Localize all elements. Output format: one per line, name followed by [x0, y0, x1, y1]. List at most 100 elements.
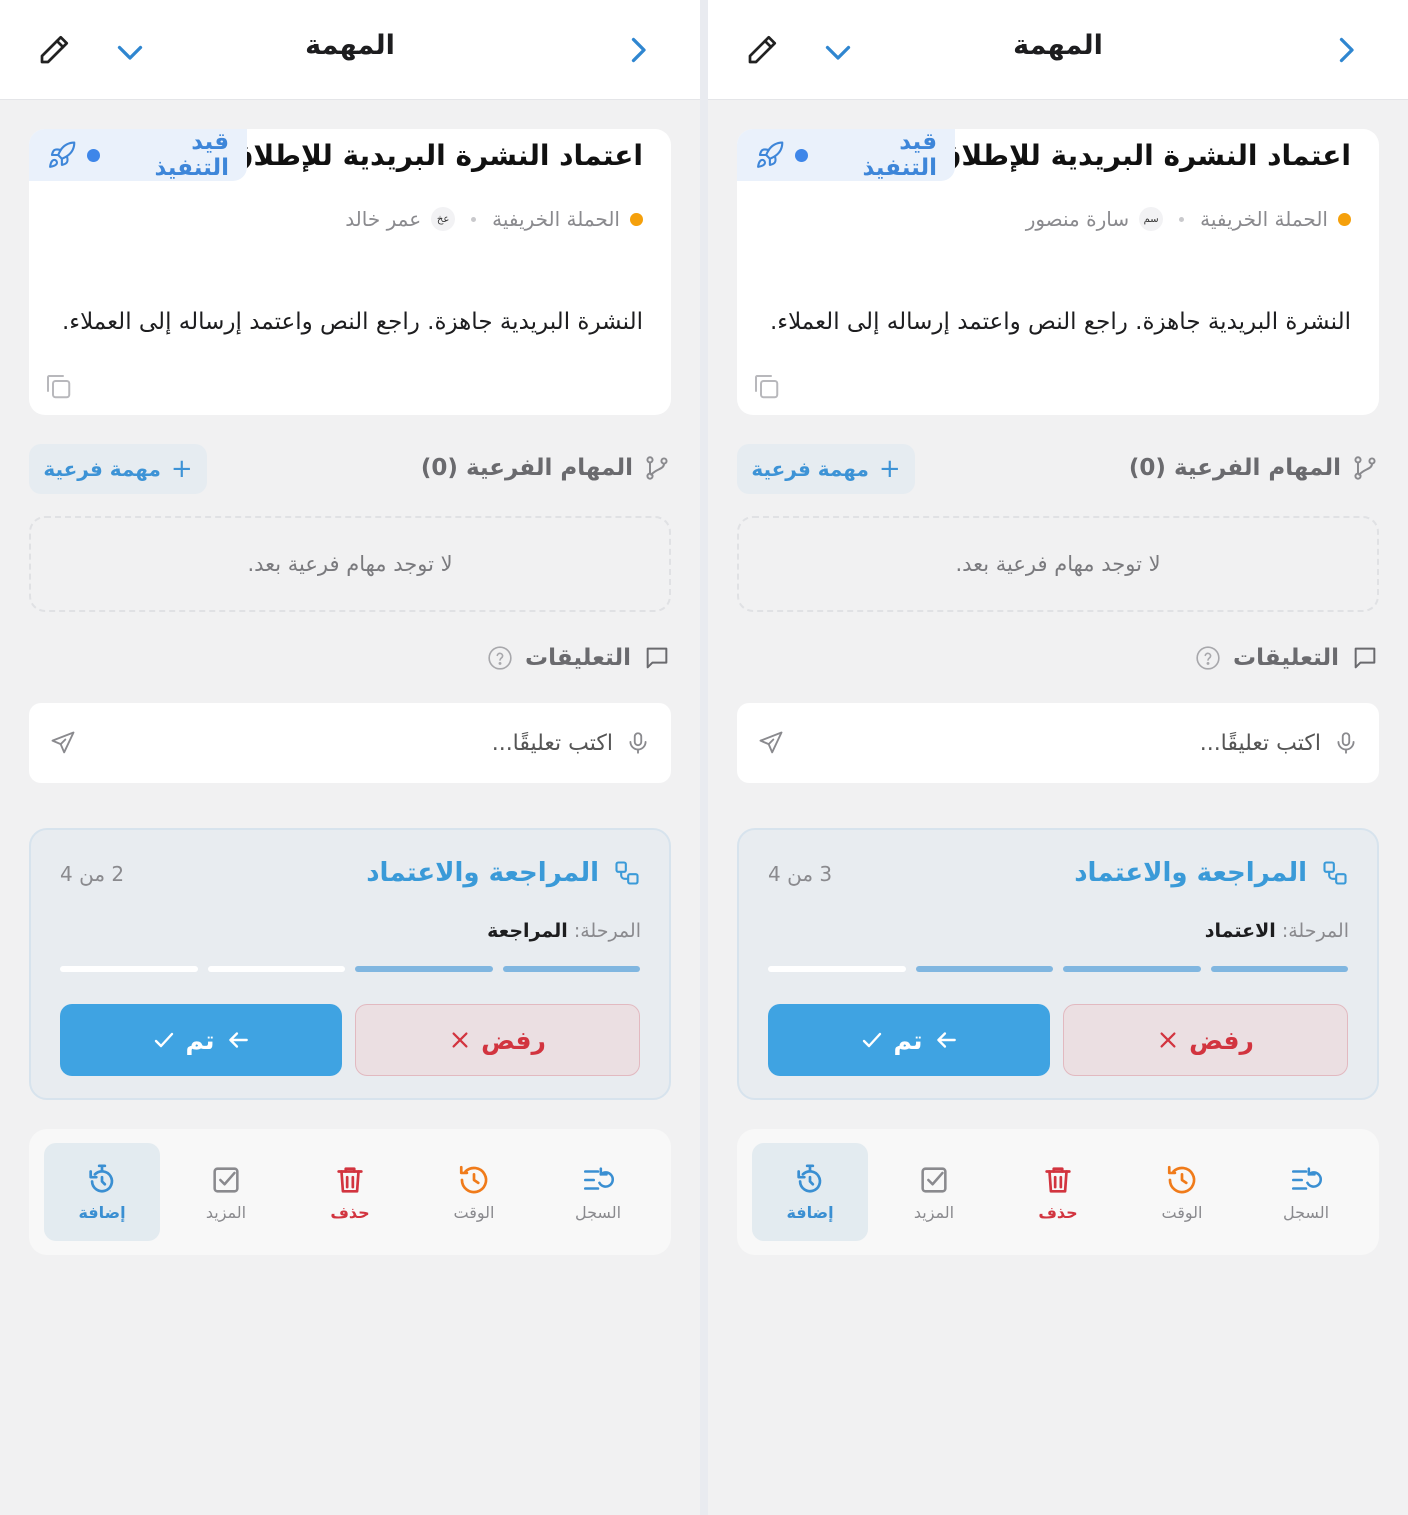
toolbar-add[interactable]: إضافة	[44, 1143, 160, 1241]
toolbar-more[interactable]: المزيد	[876, 1143, 992, 1241]
subtasks-header: المهام الفرعية (0) + مهمة فرعية	[737, 444, 1379, 494]
progress-segment	[60, 966, 198, 972]
add-subtask-button[interactable]: + مهمة فرعية	[737, 444, 915, 494]
copy-icon[interactable]	[751, 371, 781, 401]
branch-icon	[646, 456, 668, 480]
status-badge[interactable]: قيد التنفيذ	[29, 129, 247, 181]
project-name[interactable]: الحملة الخريفية	[1200, 207, 1328, 231]
workflow-title-text: المراجعة والاعتماد	[1074, 858, 1307, 888]
history-log-icon	[1291, 1166, 1322, 1190]
chevron-down-icon[interactable]	[820, 34, 856, 70]
close-icon	[452, 1032, 468, 1048]
workflow-icon	[1323, 861, 1347, 885]
task-title: اعتماد النشرة البريدية للإطلاق	[936, 139, 1351, 172]
project-name[interactable]: الحملة الخريفية	[492, 207, 620, 231]
pencil-icon[interactable]	[36, 32, 72, 68]
help-icon[interactable]	[1195, 645, 1221, 671]
done-label: تم	[893, 1025, 923, 1055]
timer-add-icon	[89, 1163, 114, 1193]
bottom-toolbar: السجل الوقت حذف المزيد إضافة	[737, 1129, 1379, 1255]
stage-label: المرحلة:	[1281, 920, 1349, 942]
subtasks-empty: لا توجد مهام فرعية بعد.	[737, 516, 1379, 612]
task-card: اعتماد النشرة البريدية للإطلاق قيد التنف…	[737, 129, 1379, 415]
subtasks-empty: لا توجد مهام فرعية بعد.	[29, 516, 671, 612]
toolbar-more[interactable]: المزيد	[168, 1143, 284, 1241]
subtasks-title: المهام الفرعية (0)	[1129, 454, 1379, 482]
status-dot	[794, 148, 808, 162]
toolbar-time[interactable]: الوقت	[416, 1143, 532, 1241]
comment-input[interactable]: اكتب تعليقًا...	[29, 703, 671, 783]
send-icon[interactable]	[49, 729, 77, 757]
toolbar-more-label: المزيد	[205, 1202, 247, 1222]
microphone-icon[interactable]	[1333, 730, 1359, 756]
trash-icon	[1045, 1166, 1071, 1193]
comments-header: التعليقات	[487, 644, 671, 672]
avatar: عخ	[431, 207, 456, 231]
progress-segment	[355, 966, 493, 972]
task-description: النشرة البريدية جاهزة. راجع النص واعتمد …	[61, 309, 643, 335]
project-dot	[630, 212, 643, 226]
microphone-icon[interactable]	[625, 730, 651, 756]
toolbar-log[interactable]: السجل	[1248, 1143, 1364, 1241]
project-dot	[1338, 212, 1351, 226]
workflow-step-count: 2 من 4	[60, 862, 125, 886]
workflow-card: المراجعة والاعتماد 3 من 4 المرحلة: الاعت…	[737, 828, 1379, 1100]
copy-icon[interactable]	[43, 371, 73, 401]
stage-value: الاعتماد	[1204, 920, 1276, 942]
stage-value: المراجعة	[487, 920, 568, 942]
task-panel-2: المهمة اعتماد النشرة البريدية للإطلاق قي…	[708, 0, 1408, 1515]
comments-header: التعليقات	[1195, 644, 1379, 672]
add-subtask-button[interactable]: + مهمة فرعية	[29, 444, 207, 494]
toolbar-delete[interactable]: حذف	[1000, 1143, 1116, 1241]
subtasks-label: المهام الفرعية (0)	[420, 455, 633, 481]
progress-segment	[768, 966, 906, 972]
branch-icon	[1354, 456, 1376, 480]
workflow-card: المراجعة والاعتماد 2 من 4 المرحلة: المرا…	[29, 828, 671, 1100]
page-title: المهمة	[1013, 30, 1103, 61]
progress-segment	[502, 966, 640, 972]
status-label: قيد التنفيذ	[154, 129, 229, 181]
top-bar: المهمة	[708, 0, 1408, 100]
comment-input[interactable]: اكتب تعليقًا...	[737, 703, 1379, 783]
done-label: تم	[185, 1025, 215, 1055]
send-icon[interactable]	[757, 729, 785, 757]
done-button[interactable]: تم	[768, 1004, 1050, 1076]
pencil-icon[interactable]	[744, 32, 780, 68]
toolbar-add-label: إضافة	[786, 1202, 834, 1222]
subtasks-header: المهام الفرعية (0) + مهمة فرعية	[29, 444, 671, 494]
toolbar-time-label: الوقت	[453, 1202, 495, 1222]
toolbar-add[interactable]: إضافة	[752, 1143, 868, 1241]
toolbar-delete-label: حذف	[1038, 1202, 1078, 1222]
workflow-stage: المرحلة: المراجعة	[487, 920, 641, 942]
rocket-icon	[49, 141, 76, 168]
arrow-left-icon	[936, 1032, 956, 1048]
checkbox-icon	[213, 1166, 239, 1193]
bottom-toolbar: السجل الوقت حذف المزيد إضافة	[29, 1129, 671, 1255]
workflow-title: المراجعة والاعتماد	[1074, 858, 1349, 888]
comments-label: التعليقات	[525, 645, 631, 671]
toolbar-time[interactable]: الوقت	[1124, 1143, 1240, 1241]
comment-placeholder: اكتب تعليقًا...	[491, 730, 613, 756]
assignee-name[interactable]: عمر خالد	[345, 207, 421, 231]
workflow-title: المراجعة والاعتماد	[366, 858, 641, 888]
help-icon[interactable]	[487, 645, 513, 671]
workflow-icon	[615, 861, 639, 885]
done-button[interactable]: تم	[60, 1004, 342, 1076]
meta-separator	[471, 216, 477, 222]
task-title: اعتماد النشرة البريدية للإطلاق	[228, 139, 643, 172]
reject-label: رفض	[1189, 1025, 1254, 1055]
progress-segment	[1210, 966, 1348, 972]
assignee-name[interactable]: سارة منصور	[1026, 207, 1129, 231]
rocket-icon	[757, 141, 784, 168]
chevron-down-icon[interactable]	[112, 34, 148, 70]
toolbar-more-label: المزيد	[913, 1202, 955, 1222]
clock-icon	[1167, 1165, 1196, 1193]
toolbar-delete[interactable]: حذف	[292, 1143, 408, 1241]
toolbar-log[interactable]: السجل	[540, 1143, 656, 1241]
reject-button[interactable]: رفض	[355, 1004, 640, 1076]
plus-icon: +	[170, 454, 193, 484]
status-label: قيد التنفيذ	[862, 129, 937, 181]
status-badge[interactable]: قيد التنفيذ	[737, 129, 955, 181]
workflow-stage: المرحلة: الاعتماد	[1205, 920, 1349, 942]
reject-button[interactable]: رفض	[1063, 1004, 1348, 1076]
